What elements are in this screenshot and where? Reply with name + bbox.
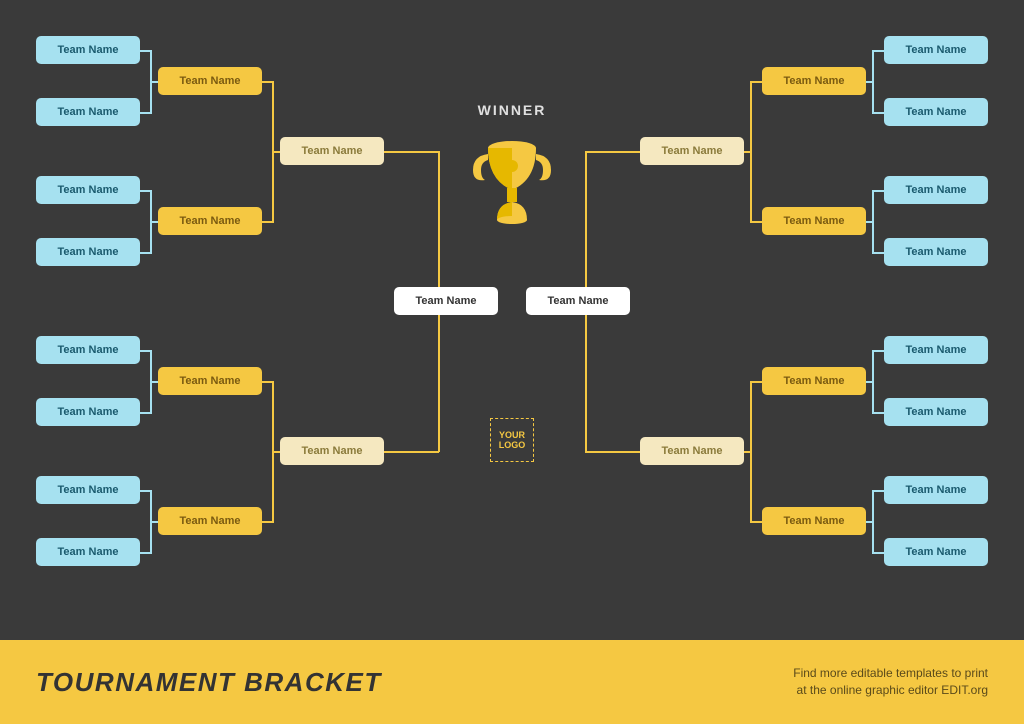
connector — [272, 451, 280, 453]
r-r8-1[interactable]: Team Name — [762, 207, 866, 235]
connector — [872, 412, 884, 414]
connector — [866, 221, 874, 223]
connector — [438, 151, 440, 287]
connector — [872, 552, 884, 554]
connector — [272, 151, 280, 153]
trophy-icon — [467, 130, 557, 235]
connector — [744, 151, 752, 153]
logo-placeholder[interactable]: YOUR LOGO — [490, 418, 534, 462]
footer-sub2: at the online graphic editor EDIT.org — [793, 682, 988, 699]
connector — [750, 381, 762, 383]
connector — [872, 190, 884, 192]
connector — [866, 381, 874, 383]
r-r16-0[interactable]: Team Name — [884, 36, 988, 64]
l-r2[interactable]: Team Name — [394, 287, 498, 315]
l-r16-4[interactable]: Team Name — [36, 336, 140, 364]
footer-title: TOURNAMENT BRACKET — [36, 667, 382, 698]
connector — [150, 81, 158, 83]
r-r16-3[interactable]: Team Name — [884, 238, 988, 266]
l-r8-0[interactable]: Team Name — [158, 67, 262, 95]
r-r16-5[interactable]: Team Name — [884, 398, 988, 426]
connector — [750, 221, 762, 223]
r-r16-4[interactable]: Team Name — [884, 336, 988, 364]
connector — [750, 521, 762, 523]
r-r16-6[interactable]: Team Name — [884, 476, 988, 504]
r-r16-2[interactable]: Team Name — [884, 176, 988, 204]
r-r8-0[interactable]: Team Name — [762, 67, 866, 95]
footer-subtitle: Find more editable templates to print at… — [793, 665, 988, 699]
connector — [872, 252, 884, 254]
connector — [872, 350, 884, 352]
connector — [585, 151, 587, 287]
r-r16-1[interactable]: Team Name — [884, 98, 988, 126]
connector — [150, 521, 158, 523]
connector — [750, 81, 762, 83]
r-r8-3[interactable]: Team Name — [762, 507, 866, 535]
footer: TOURNAMENT BRACKET Find more editable te… — [0, 640, 1024, 724]
l-r4-1[interactable]: Team Name — [280, 437, 384, 465]
connector — [872, 50, 884, 52]
l-r16-2[interactable]: Team Name — [36, 176, 140, 204]
l-r16-3[interactable]: Team Name — [36, 238, 140, 266]
connector — [585, 151, 640, 153]
connector — [150, 381, 158, 383]
l-r16-5[interactable]: Team Name — [36, 398, 140, 426]
connector — [384, 151, 439, 153]
r-r8-2[interactable]: Team Name — [762, 367, 866, 395]
connector — [585, 315, 587, 452]
l-r16-6[interactable]: Team Name — [36, 476, 140, 504]
connector — [744, 451, 752, 453]
l-r4-0[interactable]: Team Name — [280, 137, 384, 165]
bracket-area: Team Name Team Name Team Name Team Name … — [0, 0, 1024, 640]
connector — [384, 451, 439, 453]
connector — [866, 81, 874, 83]
r-r16-7[interactable]: Team Name — [884, 538, 988, 566]
l-r8-3[interactable]: Team Name — [158, 507, 262, 535]
r-r4-0[interactable]: Team Name — [640, 137, 744, 165]
r-r2[interactable]: Team Name — [526, 287, 630, 315]
connector — [872, 112, 884, 114]
l-r8-1[interactable]: Team Name — [158, 207, 262, 235]
l-r16-0[interactable]: Team Name — [36, 36, 140, 64]
connector — [872, 490, 884, 492]
connector — [150, 221, 158, 223]
l-r16-7[interactable]: Team Name — [36, 538, 140, 566]
connector — [438, 315, 440, 452]
connector — [585, 451, 640, 453]
l-r8-2[interactable]: Team Name — [158, 367, 262, 395]
r-r4-1[interactable]: Team Name — [640, 437, 744, 465]
connector — [866, 521, 874, 523]
footer-sub1: Find more editable templates to print — [793, 665, 988, 682]
winner-label: WINNER — [478, 102, 547, 118]
l-r16-1[interactable]: Team Name — [36, 98, 140, 126]
